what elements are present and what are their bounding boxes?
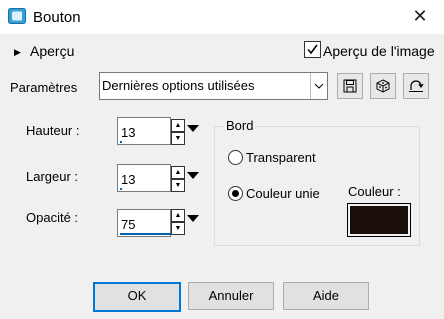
spin-down-icon[interactable]: ▼ (171, 132, 185, 145)
window-title: Bouton (33, 9, 81, 26)
transparent-label[interactable]: Transparent (246, 150, 316, 165)
opacite-value: 75 (121, 217, 136, 232)
hauteur-label: Hauteur : (26, 123, 80, 138)
chevron-down-icon[interactable] (310, 73, 327, 99)
opacite-label: Opacité : (26, 210, 79, 225)
opacite-slider-dropdown[interactable] (186, 211, 200, 233)
color-swatch-fill (350, 206, 408, 234)
couleur-label: Couleur : (348, 184, 401, 199)
couleur-unie-label[interactable]: Couleur unie (246, 186, 320, 201)
preset-dropdown[interactable]: Dernières options utilisées (99, 72, 328, 100)
opacite-spin-arrows[interactable]: ▲ ▼ (171, 209, 185, 235)
close-button[interactable]: ✕ (408, 4, 432, 28)
opacite-input[interactable]: 75 (117, 209, 182, 237)
transparent-radio[interactable] (228, 150, 243, 165)
preset-value: Dernières options utilisées (102, 78, 255, 93)
save-preset-button[interactable] (337, 73, 363, 99)
aide-button[interactable]: Aide (283, 282, 369, 310)
app-icon (8, 8, 26, 24)
random-button[interactable] (370, 73, 396, 99)
triangle-down-icon (187, 215, 199, 222)
triangle-down-icon (187, 125, 199, 132)
hauteur-input[interactable]: 13 (117, 117, 171, 145)
largeur-spin-arrows[interactable]: ▲ ▼ (171, 166, 185, 192)
reset-arrow-icon (409, 80, 424, 92)
expand-arrow-icon[interactable]: ▶ (14, 47, 21, 58)
largeur-slider-dropdown[interactable] (186, 168, 200, 190)
preview-checkbox-label[interactable]: Aperçu de l'image (323, 43, 435, 59)
dice-icon (376, 79, 390, 93)
reset-button[interactable] (403, 73, 429, 99)
save-icon (343, 79, 357, 93)
triangle-down-icon (187, 172, 199, 179)
hauteur-slider-fill (120, 141, 122, 143)
spin-down-icon[interactable]: ▼ (171, 222, 185, 235)
checkmark-icon (307, 44, 318, 55)
hauteur-slider-dropdown[interactable] (186, 121, 200, 143)
ok-button[interactable]: OK (93, 282, 181, 312)
largeur-input[interactable]: 13 (117, 164, 171, 192)
preview-checkbox[interactable] (304, 41, 321, 58)
largeur-label: Largeur : (26, 169, 79, 184)
apercu-toggle[interactable]: Aperçu (30, 43, 74, 59)
spin-up-icon[interactable]: ▲ (171, 209, 185, 222)
couleur-unie-radio[interactable] (228, 186, 243, 201)
annuler-button[interactable]: Annuler (188, 282, 274, 310)
hauteur-spin-arrows[interactable]: ▲ ▼ (171, 119, 185, 145)
bord-group-label: Bord (224, 118, 256, 133)
largeur-value: 13 (121, 172, 136, 187)
largeur-slider-fill (120, 188, 122, 190)
spin-up-icon[interactable]: ▲ (171, 166, 185, 179)
hauteur-value: 13 (121, 125, 136, 140)
parametres-label: Paramètres (10, 80, 78, 95)
spin-down-icon[interactable]: ▼ (171, 179, 185, 192)
color-swatch[interactable] (347, 203, 411, 237)
spin-up-icon[interactable]: ▲ (171, 119, 185, 132)
